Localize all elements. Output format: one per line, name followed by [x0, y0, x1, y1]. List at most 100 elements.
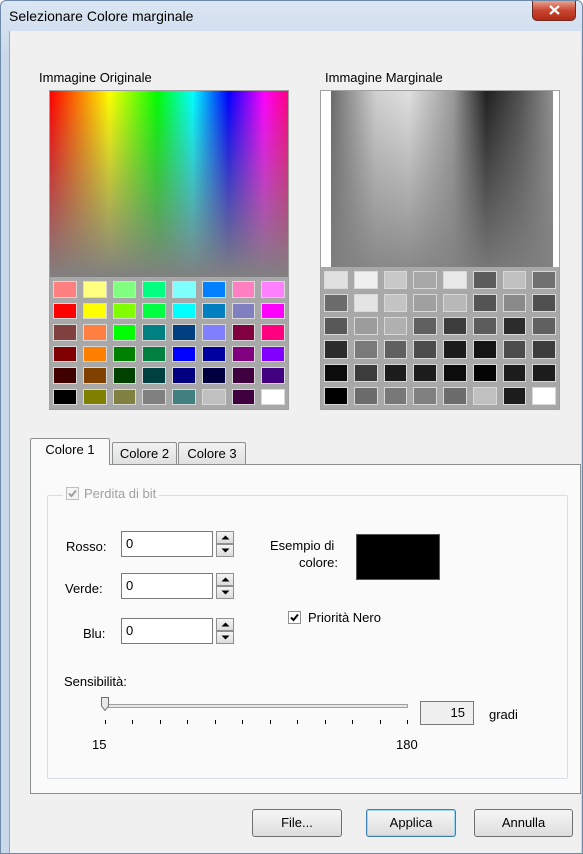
marginal-color-swatch[interactable]: [472, 294, 497, 313]
marginal-color-swatch[interactable]: [413, 271, 437, 290]
green-spin-up[interactable]: [216, 573, 234, 586]
original-color-swatch[interactable]: [201, 345, 226, 362]
original-color-swatch[interactable]: [82, 345, 107, 362]
original-color-swatch[interactable]: [201, 388, 226, 405]
original-color-swatch[interactable]: [201, 281, 226, 298]
marginal-color-swatch[interactable]: [383, 386, 408, 405]
marginal-color-swatch[interactable]: [413, 386, 437, 405]
marginal-color-swatch[interactable]: [324, 294, 348, 313]
cancel-button[interactable]: Annulla: [474, 809, 573, 837]
green-spin-down[interactable]: [216, 586, 234, 599]
marginal-color-swatch[interactable]: [324, 340, 348, 359]
original-color-swatch[interactable]: [112, 367, 137, 384]
original-color-swatch[interactable]: [112, 281, 137, 298]
marginal-color-swatch[interactable]: [443, 340, 467, 359]
marginal-color-swatch[interactable]: [413, 363, 437, 382]
marginal-color-swatch[interactable]: [383, 271, 408, 290]
original-color-swatch[interactable]: [201, 302, 226, 319]
original-color-swatch[interactable]: [201, 367, 226, 384]
black-priority-checkbox[interactable]: [288, 611, 301, 624]
marginal-color-swatch[interactable]: [353, 294, 378, 313]
original-color-swatch[interactable]: [261, 388, 285, 405]
marginal-color-swatch[interactable]: [353, 386, 378, 405]
red-input[interactable]: 0: [121, 531, 213, 557]
original-color-swatch[interactable]: [231, 281, 256, 298]
blue-spinner[interactable]: [216, 618, 234, 644]
marginal-color-swatch[interactable]: [532, 317, 556, 336]
original-color-swatch[interactable]: [112, 388, 137, 405]
marginal-color-swatch[interactable]: [383, 340, 408, 359]
original-color-swatch[interactable]: [172, 388, 196, 405]
original-color-swatch[interactable]: [231, 302, 256, 319]
red-spinner[interactable]: [216, 531, 234, 557]
marginal-color-swatch[interactable]: [532, 271, 556, 290]
marginal-color-swatch[interactable]: [324, 317, 348, 336]
original-color-swatch[interactable]: [142, 281, 166, 298]
tab-colore-2[interactable]: Colore 2: [112, 442, 177, 464]
original-color-swatch[interactable]: [142, 367, 166, 384]
marginal-color-swatch[interactable]: [502, 340, 527, 359]
original-color-swatch[interactable]: [172, 345, 196, 362]
original-color-swatch[interactable]: [53, 281, 77, 298]
original-color-swatch[interactable]: [82, 367, 107, 384]
original-color-swatch[interactable]: [261, 367, 285, 384]
green-spinner[interactable]: [216, 573, 234, 599]
marginal-color-swatch[interactable]: [383, 363, 408, 382]
original-color-swatch[interactable]: [172, 281, 196, 298]
marginal-color-swatch[interactable]: [502, 363, 527, 382]
original-color-swatch[interactable]: [82, 388, 107, 405]
marginal-color-swatch[interactable]: [532, 363, 556, 382]
original-color-swatch[interactable]: [142, 302, 166, 319]
original-color-swatch[interactable]: [231, 345, 256, 362]
original-color-swatch[interactable]: [261, 345, 285, 362]
marginal-color-swatch[interactable]: [324, 386, 348, 405]
marginal-color-swatch[interactable]: [502, 386, 527, 405]
original-color-swatch[interactable]: [142, 388, 166, 405]
marginal-color-swatch[interactable]: [472, 317, 497, 336]
marginal-color-swatch[interactable]: [532, 294, 556, 313]
original-color-swatch[interactable]: [231, 324, 256, 341]
blue-spin-up[interactable]: [216, 618, 234, 631]
marginal-color-swatch[interactable]: [532, 386, 556, 405]
marginal-color-swatch[interactable]: [472, 386, 497, 405]
original-color-swatch[interactable]: [261, 324, 285, 341]
blue-input[interactable]: 0: [121, 618, 213, 644]
sensitivity-slider-track[interactable]: [104, 704, 408, 708]
marginal-color-swatch[interactable]: [443, 386, 467, 405]
original-color-swatch[interactable]: [82, 324, 107, 341]
blue-spin-down[interactable]: [216, 631, 234, 644]
marginal-color-swatch[interactable]: [472, 271, 497, 290]
marginal-color-swatch[interactable]: [353, 317, 378, 336]
marginal-color-swatch[interactable]: [502, 271, 527, 290]
original-color-swatch[interactable]: [82, 281, 107, 298]
marginal-color-swatch[interactable]: [443, 363, 467, 382]
marginal-color-swatch[interactable]: [383, 294, 408, 313]
original-color-swatch[interactable]: [231, 367, 256, 384]
original-color-swatch[interactable]: [261, 302, 285, 319]
marginal-color-swatch[interactable]: [324, 363, 348, 382]
original-color-swatch[interactable]: [112, 302, 137, 319]
marginal-color-swatch[interactable]: [413, 294, 437, 313]
original-color-swatch[interactable]: [231, 388, 256, 405]
sensitivity-slider-thumb[interactable]: [101, 697, 109, 711]
original-color-swatch[interactable]: [172, 367, 196, 384]
tab-colore-3[interactable]: Colore 3: [178, 442, 246, 464]
marginal-color-swatch[interactable]: [532, 340, 556, 359]
marginal-color-swatch[interactable]: [443, 317, 467, 336]
original-color-swatch[interactable]: [112, 345, 137, 362]
original-color-swatch[interactable]: [142, 345, 166, 362]
original-color-swatch[interactable]: [53, 324, 77, 341]
bit-loss-checkbox[interactable]: [66, 487, 79, 500]
marginal-color-swatch[interactable]: [353, 340, 378, 359]
original-color-swatch[interactable]: [172, 302, 196, 319]
original-color-swatch[interactable]: [142, 324, 166, 341]
marginal-color-swatch[interactable]: [413, 340, 437, 359]
marginal-color-swatch[interactable]: [472, 363, 497, 382]
marginal-color-swatch[interactable]: [443, 294, 467, 313]
marginal-color-swatch[interactable]: [502, 317, 527, 336]
red-spin-down[interactable]: [216, 544, 234, 557]
original-color-swatch[interactable]: [261, 281, 285, 298]
marginal-color-swatch[interactable]: [413, 317, 437, 336]
original-color-swatch[interactable]: [53, 388, 77, 405]
marginal-color-swatch[interactable]: [324, 271, 348, 290]
